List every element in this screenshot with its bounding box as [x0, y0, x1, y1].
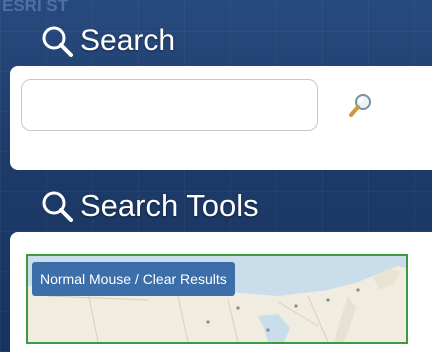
background-label: ESRI ST: [2, 0, 69, 15]
search-tools-title: Search Tools: [80, 188, 259, 223]
magnifier-icon: [42, 26, 73, 57]
search-tools-panel: Normal Mouse / Clear Results: [10, 232, 432, 352]
search-panel-header: Search: [40, 18, 175, 64]
normal-mouse-clear-results-tool[interactable]: Normal Mouse / Clear Results: [26, 254, 408, 344]
search-button[interactable]: [346, 92, 374, 120]
search-panel: [10, 66, 432, 170]
search-tools-header: Search Tools: [40, 180, 259, 232]
search-panel-title: Search: [80, 24, 176, 57]
tool-label: Normal Mouse / Clear Results: [32, 262, 235, 296]
app-frame: ESRI ST Search Search Tools Normal Mouse…: [0, 0, 432, 352]
magnifier-icon: [42, 191, 73, 222]
search-input[interactable]: [21, 79, 318, 131]
